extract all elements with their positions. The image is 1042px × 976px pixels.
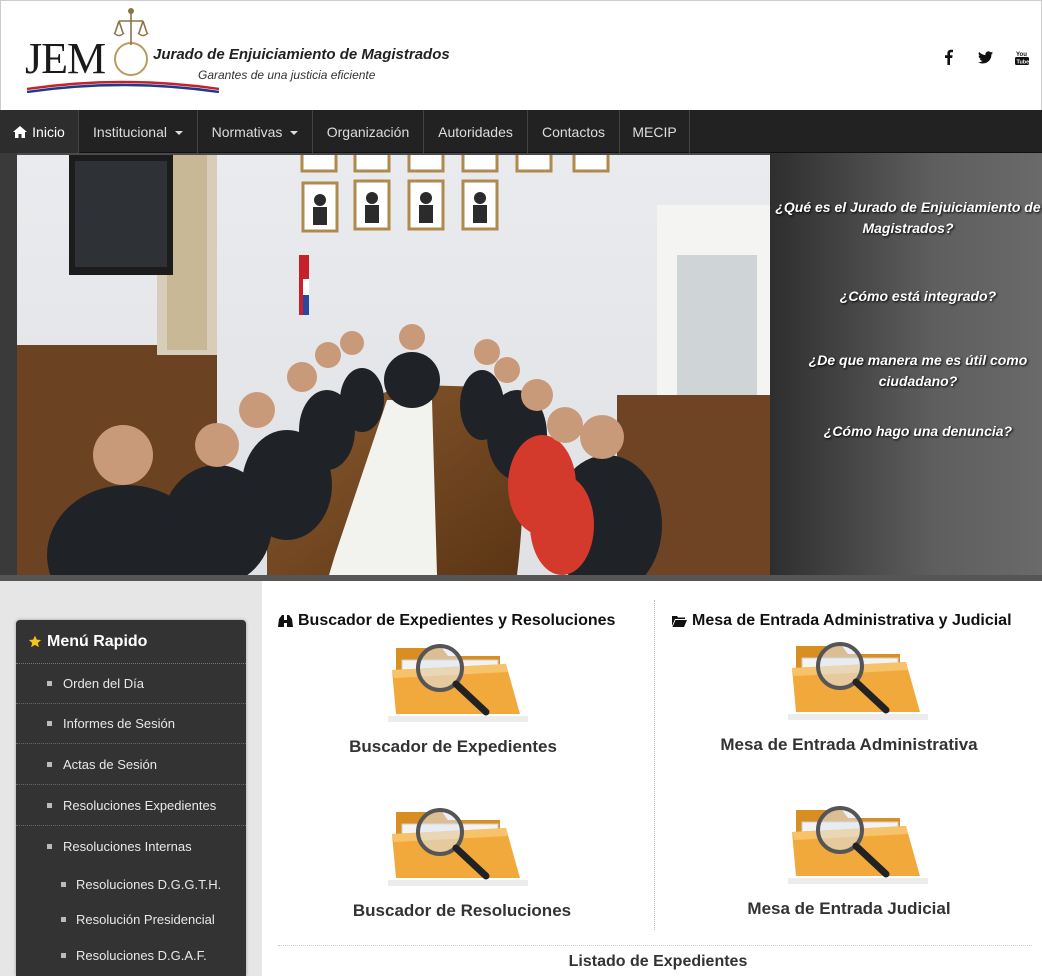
hero-photo <box>17 155 770 575</box>
nav-label: Organización <box>326 123 410 140</box>
site-logo[interactable]: JEM Jurado de Enjuiciamiento de Magistra… <box>23 5 450 101</box>
mesa-judicial-link[interactable]: Mesa de Entrada Judicial <box>669 899 1029 919</box>
menu-item-label: Informes de Sesión <box>63 716 176 731</box>
bullet-icon <box>61 952 66 958</box>
search-section-heading-text: Buscador de Expedientes y Resoluciones <box>298 612 616 629</box>
menu-subitem-dggth[interactable]: Resoluciones D.G.G.T.H. <box>16 866 246 902</box>
search-section-heading: Buscador de Expedientes y Resoluciones <box>278 612 615 630</box>
nav-label: Contactos <box>541 123 606 140</box>
hero-question-link[interactable]: ¿Cómo hago una denuncia? <box>770 421 1042 442</box>
facebook-icon[interactable] <box>938 47 958 67</box>
hero-banner: ¿Qué es el Jurado de Enjuiciamiento de M… <box>0 153 1042 581</box>
nav-institucional[interactable]: Institucional <box>79 110 198 153</box>
folder-search-icon[interactable] <box>782 636 932 720</box>
svg-text:Tube: Tube <box>1017 60 1030 65</box>
nav-organizacion[interactable]: Organización <box>313 110 424 153</box>
quick-menu-title-text: Menú Rapido <box>47 632 148 650</box>
listado-expedientes-link[interactable]: Listado de Expedientes <box>478 953 838 971</box>
mesa-administrativa-link[interactable]: Mesa de Entrada Administrativa <box>669 735 1029 755</box>
nav-label: MECIP <box>632 123 677 140</box>
menu-item-resoluciones-internas[interactable]: Resoluciones Internas <box>16 826 246 866</box>
menu-item-label: Orden del Día <box>63 676 144 691</box>
mesa-section-heading-text: Mesa de Entrada Administrativa y Judicia… <box>692 612 1012 629</box>
menu-item-label: Resoluciones Internas <box>63 838 192 854</box>
binoculars-icon <box>278 614 293 627</box>
nav-inicio[interactable]: Inicio <box>0 110 79 153</box>
content-divider-horizontal <box>278 945 1032 946</box>
site-header: JEM Jurado de Enjuiciamiento de Magistra… <box>0 0 1042 110</box>
bullet-icon <box>47 803 52 808</box>
menu-item-resoluciones-expedientes[interactable]: Resoluciones Expedientes <box>16 786 246 826</box>
menu-subitem-label: Resoluciones D.G.G.T.H. <box>76 876 222 892</box>
hero-question-link[interactable]: ¿Cómo está integrado? <box>768 286 1042 307</box>
menu-item-informes-de-sesion[interactable]: Informes de Sesión <box>16 704 246 744</box>
hero-left-edge <box>0 153 17 581</box>
bullet-icon <box>47 681 52 686</box>
folder-search-icon[interactable] <box>382 638 532 722</box>
twitter-icon[interactable] <box>975 47 995 67</box>
menu-item-actas-de-sesion[interactable]: Actas de Sesión <box>16 745 246 785</box>
bullet-icon <box>61 916 66 922</box>
nav-contactos[interactable]: Contactos <box>528 110 620 153</box>
folder-search-icon[interactable] <box>382 802 532 886</box>
nav-label: Autoridades <box>438 123 513 140</box>
quick-menu: Menú Rapido Orden del Día Informes de Se… <box>16 620 246 976</box>
folder-search-icon[interactable] <box>782 800 932 884</box>
site-subtitle: Garantes de una justicia eficiente <box>198 68 376 82</box>
nav-label: Institucional <box>93 123 167 140</box>
buscador-resoluciones-link[interactable]: Buscador de Resoluciones <box>282 901 642 921</box>
nav-normativas[interactable]: Normativas <box>198 110 313 153</box>
justice-seal-icon <box>113 8 149 76</box>
folder-open-icon <box>672 616 687 627</box>
bullet-icon <box>61 881 66 887</box>
site-title: Jurado de Enjuiciamiento de Magistrados <box>153 46 450 63</box>
logo-stripes <box>27 78 219 93</box>
bullet-icon <box>47 843 52 849</box>
menu-subitem-dgaf[interactable]: Resoluciones D.G.A.F. <box>16 937 246 973</box>
menu-subitem-label: Resolución Presidencial <box>76 911 215 927</box>
mesa-section-heading: Mesa de Entrada Administrativa y Judicia… <box>672 612 1012 630</box>
home-icon <box>13 125 28 138</box>
menu-subitem-label: Resoluciones D.G.A.F. <box>76 947 207 963</box>
hero-question-link[interactable]: ¿De que manera me es útil como ciudadano… <box>768 350 1042 392</box>
star-icon <box>28 635 42 647</box>
menu-subitem-presidencial[interactable]: Resolución Presidencial <box>16 901 246 937</box>
nav-label: Normativas <box>211 123 283 140</box>
menu-item-orden-del-dia[interactable]: Orden del Día <box>16 664 246 704</box>
buscador-expedientes-link[interactable]: Buscador de Expedientes <box>273 737 633 757</box>
bullet-icon <box>47 721 52 726</box>
main-navbar: Inicio Institucional Normativas Organiza… <box>0 110 1042 153</box>
content-divider <box>654 600 655 930</box>
nav-mecip[interactable]: MECIP <box>620 110 690 153</box>
bullet-icon <box>47 762 52 767</box>
caret-down-icon <box>174 130 183 135</box>
nav-label: Inicio <box>32 123 65 140</box>
caret-down-icon <box>290 130 299 135</box>
menu-item-label: Actas de Sesión <box>63 757 157 772</box>
hero-questions-panel: ¿Qué es el Jurado de Enjuiciamiento de M… <box>770 153 1042 581</box>
menu-item-label: Resoluciones Expedientes <box>63 798 217 813</box>
youtube-icon[interactable]: You Tube <box>1012 47 1032 67</box>
nav-autoridades[interactable]: Autoridades <box>424 110 528 153</box>
hero-question-link[interactable]: ¿Qué es el Jurado de Enjuiciamiento de M… <box>758 197 1042 239</box>
quick-menu-title: Menú Rapido <box>16 620 246 664</box>
